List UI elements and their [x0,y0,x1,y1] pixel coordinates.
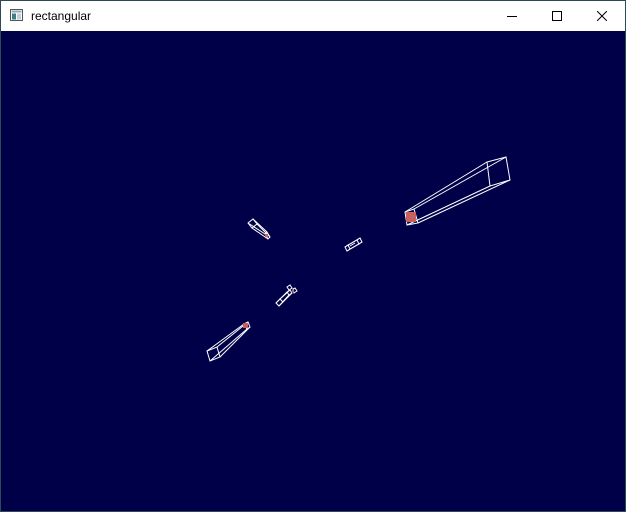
close-icon [597,11,607,21]
app-window: rectangular [0,0,626,512]
prism-cap-large [406,212,416,222]
render-viewport[interactable] [1,31,625,511]
maximize-button[interactable] [534,1,580,31]
window-title: rectangular [31,9,92,23]
prism-cap-tiny [292,290,294,292]
minimize-button[interactable] [489,1,535,31]
prism-cap-lower-left [243,323,248,328]
wireframe-prism-large [404,156,511,226]
wireframe-prism-tiny-a [275,289,293,307]
minimize-icon [507,16,517,17]
close-button[interactable] [579,1,625,31]
window-app-icon [10,9,23,21]
maximize-icon [552,11,562,21]
title-bar[interactable]: rectangular [1,1,625,31]
prism-cap-upper-left [265,234,268,237]
wireframe-prism-center [344,237,363,252]
scene-canvas [206,156,511,362]
